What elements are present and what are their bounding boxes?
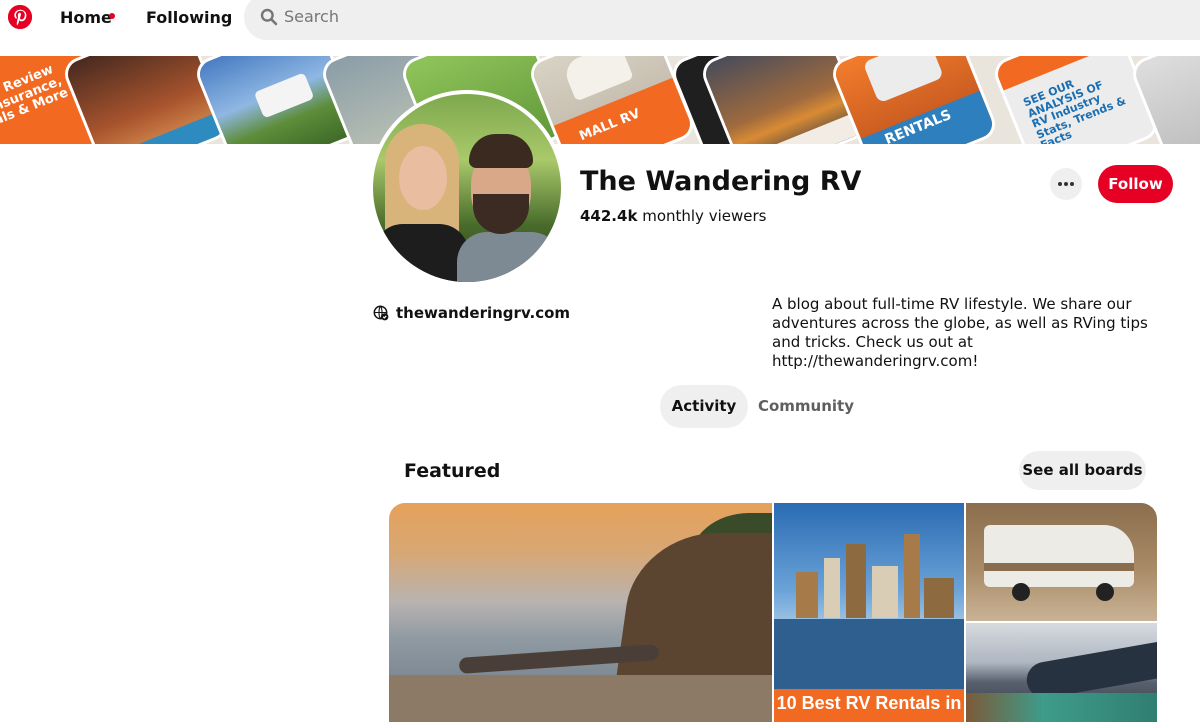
avatar [373, 94, 561, 282]
verified-globe-icon [373, 305, 389, 321]
board-thumbnail-image [966, 503, 1157, 621]
website-url[interactable]: thewanderingrv.com [396, 303, 570, 323]
pinterest-logo-icon[interactable] [8, 5, 32, 29]
profile-cover: sy Review Insurance, als & More MALL RV … [0, 56, 1200, 144]
monthly-viewers: 442.4k monthly viewers [580, 207, 766, 226]
board-thumbnail-image [966, 623, 1157, 722]
search-icon [260, 8, 278, 26]
cover-tile-label: sy Review Insurance, als & More [0, 62, 71, 129]
profile-bio: A blog about full-time RV lifestyle. We … [772, 295, 1148, 370]
more-icon [1058, 182, 1062, 186]
board-cover-image [389, 503, 772, 722]
board-thumbnail-caption: 10 Best RV Rentals in [776, 693, 962, 713]
search-bar[interactable]: Search [244, 0, 1200, 40]
follow-button[interactable]: Follow [1098, 165, 1173, 203]
see-all-boards-button[interactable]: See all boards [1019, 451, 1146, 490]
notification-dot [109, 13, 115, 19]
profile-name: The Wandering RV [580, 166, 862, 197]
nav-home-link[interactable]: Home [60, 8, 112, 28]
featured-heading: Featured [404, 460, 501, 482]
more-options-button[interactable] [1050, 168, 1082, 200]
nav-following-link[interactable]: Following [146, 8, 232, 28]
top-nav: Home Following Search [0, 0, 1200, 56]
viewers-label: monthly viewers [642, 207, 767, 225]
board-thumbnail-image: 10 Best RV Rentals in [774, 503, 964, 722]
tab-community[interactable]: Community [752, 385, 860, 428]
search-input[interactable]: Search [284, 8, 339, 26]
cover-tile: SEE OUR ANALYSIS OF RV Industry Stats, T… [993, 56, 1159, 144]
viewers-count: 442.4k [580, 207, 638, 225]
featured-board[interactable]: 10 Best RV Rentals in [389, 503, 1157, 722]
tab-activity[interactable]: Activity [660, 385, 748, 428]
